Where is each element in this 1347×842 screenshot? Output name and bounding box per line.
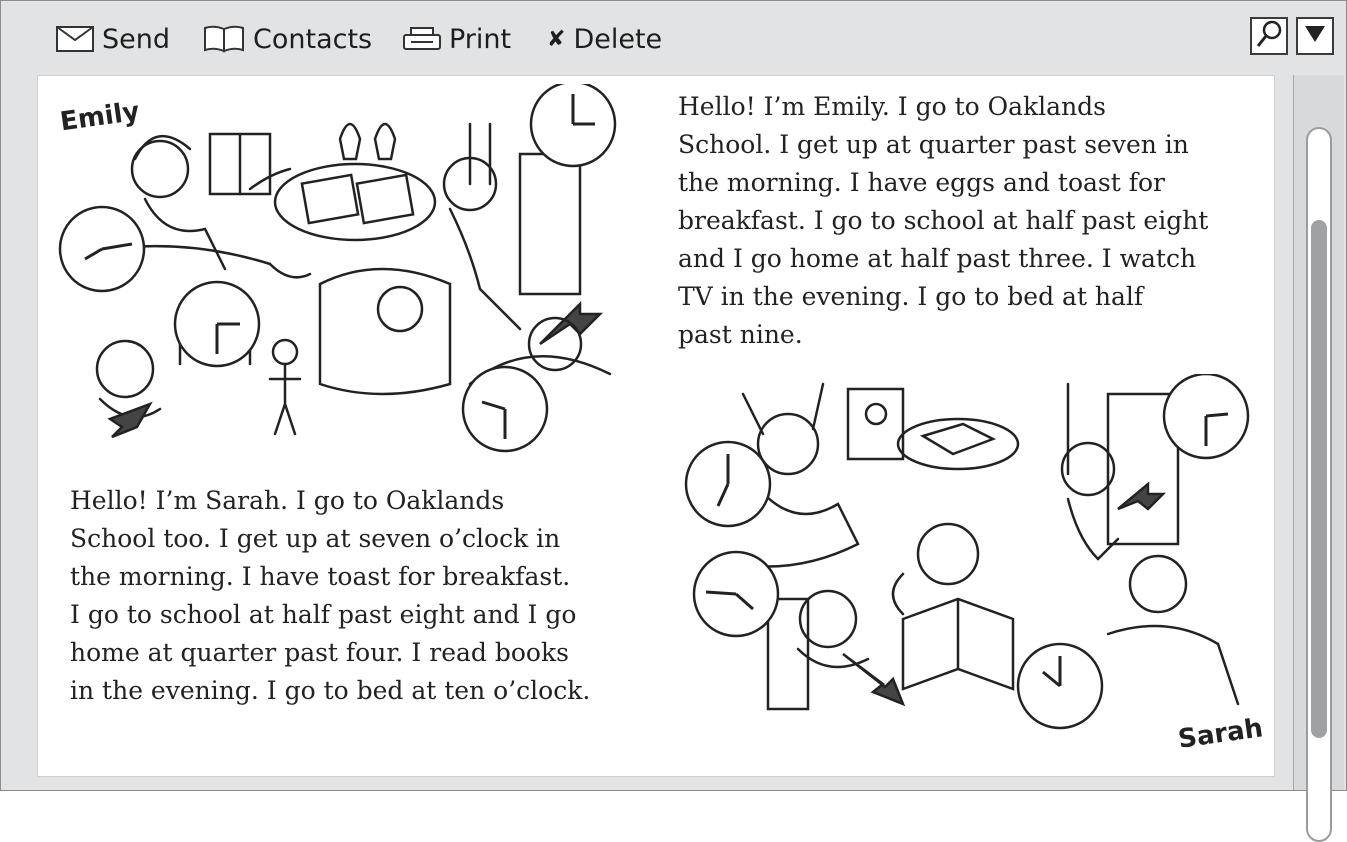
- print-button[interactable]: Print: [403, 21, 511, 57]
- printer-icon: [403, 26, 441, 52]
- text-line: and I go home at half past three. I watc…: [678, 244, 1197, 273]
- text-line: Hello! I’m Sarah. I go to Oaklands: [70, 486, 505, 515]
- emily-illustration: Emily: [50, 80, 650, 454]
- scroll-thumb[interactable]: [1311, 220, 1327, 738]
- contacts-button[interactable]: Contacts: [203, 21, 372, 57]
- clock-icon: [529, 80, 617, 168]
- vertical-scrollbar[interactable]: [1293, 75, 1344, 842]
- clock-icon: [58, 205, 146, 293]
- clock-icon: [1016, 642, 1104, 730]
- dropdown-arrow-icon: [1304, 25, 1326, 47]
- text-line: I go to school at half past eight and I …: [70, 600, 577, 629]
- send-button[interactable]: Send: [56, 21, 170, 57]
- dropdown-button[interactable]: [1296, 17, 1334, 55]
- send-label: Send: [102, 23, 171, 55]
- clock-icon: [461, 365, 549, 453]
- delete-label: Delete: [573, 23, 663, 55]
- text-line: Hello! I’m Emily. I go to Oaklands: [678, 92, 1107, 121]
- sarah-illustration: Sarah: [648, 372, 1268, 774]
- text-line: the morning. I have eggs and toast for: [678, 168, 1165, 197]
- text-line: the morning. I have toast for breakfast.: [70, 562, 571, 591]
- clock-icon: [173, 280, 261, 368]
- sarah-paragraph: Hello! I’m Sarah. I go to Oaklands Schoo…: [70, 482, 590, 710]
- text-line: home at quarter past four. I read books: [70, 638, 569, 667]
- email-window: Send Contacts Print ✘ Delete Emily Hello…: [0, 0, 1347, 842]
- clock-icon: [1162, 372, 1250, 460]
- message-body: Emily Hello! I’m Emily. I go to Oaklands…: [37, 75, 1275, 777]
- toolbar: Send Contacts Print ✘ Delete: [1, 1, 1346, 75]
- text-line: School too. I get up at seven o’clock in: [70, 524, 561, 553]
- delete-x-icon: ✘: [547, 26, 566, 52]
- search-icon: [1255, 19, 1283, 53]
- text-line: past nine.: [678, 320, 803, 349]
- clock-icon: [692, 550, 780, 638]
- book-icon: [203, 25, 245, 53]
- clock-icon: [684, 440, 772, 528]
- delete-button[interactable]: ✘ Delete: [547, 21, 662, 57]
- text-line: in the evening. I go to bed at ten o’clo…: [70, 676, 591, 705]
- print-label: Print: [449, 23, 512, 55]
- contacts-label: Contacts: [253, 23, 373, 55]
- search-button[interactable]: [1250, 17, 1288, 55]
- text-line: TV in the evening. I go to bed at half: [678, 282, 1144, 311]
- text-line: breakfast. I go to school at half past e…: [678, 206, 1209, 235]
- envelope-icon: [56, 26, 94, 52]
- emily-paragraph: Hello! I’m Emily. I go to Oaklands Schoo…: [678, 88, 1208, 354]
- text-line: School. I get up at quarter past seven i…: [678, 130, 1189, 159]
